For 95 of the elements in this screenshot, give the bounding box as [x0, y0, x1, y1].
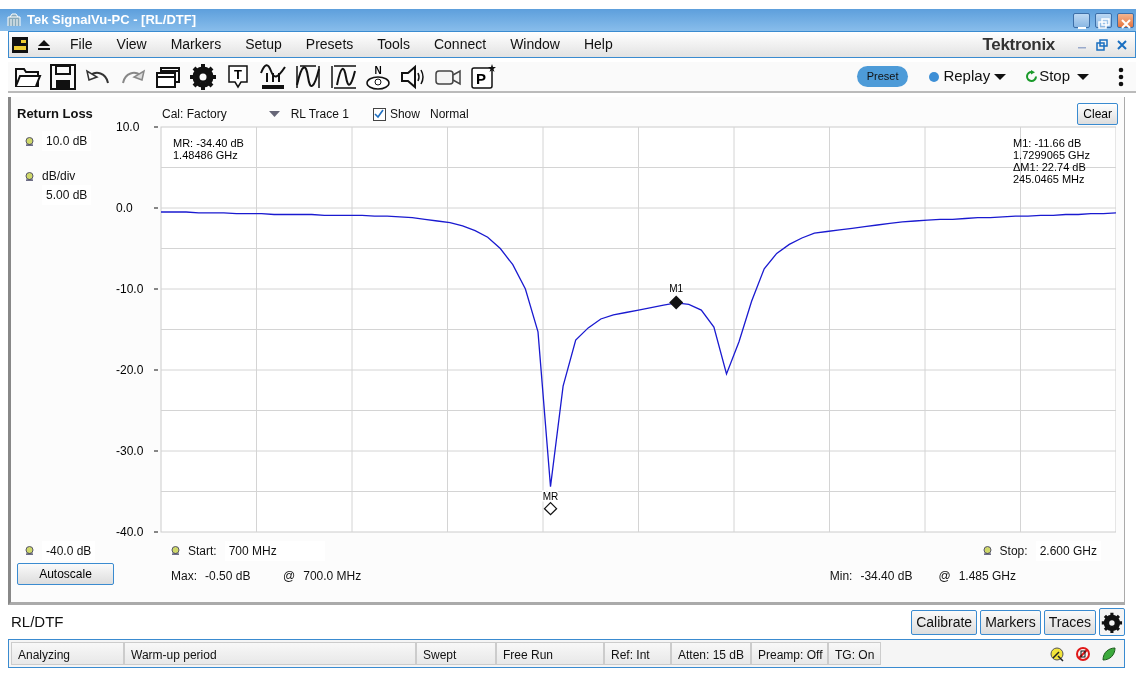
caret-icon	[1077, 72, 1089, 81]
knob-icon[interactable]	[25, 136, 34, 146]
marker-readout: ΔM1: 22.74 dB	[1013, 161, 1086, 173]
y-axis-tick-label: 0.0	[116, 201, 133, 215]
y-axis-tick-label: -10.0	[116, 282, 144, 296]
y-axis-tick-label: -30.0	[116, 444, 144, 458]
tick-mark	[153, 450, 159, 452]
wave-width-icon[interactable]	[294, 62, 322, 91]
status-cell: TG: On	[828, 642, 881, 665]
marker[interactable]	[669, 295, 684, 310]
at-sign: @	[938, 567, 951, 585]
menu-item[interactable]: Markers	[158, 34, 234, 55]
scale-label: dB/div	[42, 168, 76, 185]
marker-readout: MR: -34.40 dB	[173, 137, 244, 149]
status-cell: Preamp: Off	[751, 642, 828, 665]
menu-item[interactable]: Connect	[421, 34, 499, 55]
y-axis-tick-label: -20.0	[116, 363, 144, 377]
status-cell: Ref: Int	[604, 642, 671, 665]
menu-item[interactable]: View	[104, 34, 159, 55]
status-dot-icon	[929, 71, 940, 82]
antenna-icon	[1049, 646, 1065, 662]
marker-readout: 1.7299065 GHz	[1013, 149, 1091, 161]
status-cell: Analyzing	[11, 642, 124, 665]
clear-button[interactable]: Clear	[1077, 103, 1118, 125]
mode-label: Normal	[429, 106, 469, 123]
status-cell: Warm-up period	[124, 642, 416, 665]
at-sign: @	[283, 567, 296, 585]
restore-icon[interactable]	[1096, 38, 1108, 51]
stop-label: Stop:	[999, 542, 1028, 560]
menu-item[interactable]: Presets	[293, 34, 366, 55]
max-label: Max:	[171, 567, 197, 585]
menu-item[interactable]: Setup	[233, 34, 294, 55]
y-axis-tick-label: 10.0	[116, 120, 140, 134]
reference-marker[interactable]	[543, 501, 558, 516]
no-entry-icon	[1075, 646, 1091, 662]
preset-button[interactable]: Preset	[856, 66, 909, 87]
speaker-icon[interactable]	[399, 62, 427, 91]
status-cell: Atten: 15 dB	[671, 642, 751, 665]
marker-readout: 245.0465 MHz	[1013, 173, 1085, 185]
replay-button[interactable]: Replay	[929, 65, 1007, 88]
knob-icon[interactable]	[171, 546, 180, 555]
marker-readout: M1: -11.66 dB	[1013, 137, 1082, 149]
calibration-label: Cal: Factory	[162, 106, 227, 123]
max-frequency: 700.0 MHz	[303, 567, 362, 585]
stop-button[interactable]: Stop	[1025, 65, 1089, 88]
minimize-button[interactable]	[1073, 12, 1090, 28]
close-button[interactable]	[1117, 12, 1134, 28]
show-label: Show	[389, 106, 420, 123]
leaf-icon	[1101, 646, 1117, 662]
y-axis-tick-label: -40.0	[116, 525, 144, 539]
refresh-icon	[1025, 70, 1039, 83]
caret-icon	[994, 72, 1007, 81]
marker-readout: 1.48486 GHz	[173, 149, 238, 161]
menu-item[interactable]: Tools	[365, 34, 422, 55]
tick-mark	[153, 126, 159, 128]
show-checkbox[interactable]	[372, 107, 386, 121]
status-cell: Free Run	[496, 642, 604, 665]
trace-label: RL Trace 1	[290, 106, 349, 123]
app-icon	[6, 12, 22, 28]
menu-item[interactable]: Window	[498, 34, 572, 55]
tick-mark	[153, 369, 159, 371]
marker-label: M1	[669, 283, 684, 295]
view-title: RL/DTF	[11, 611, 64, 632]
more-icon[interactable]	[1118, 66, 1124, 87]
knob-icon[interactable]	[25, 546, 34, 555]
marker-label: MR	[542, 490, 559, 502]
knob-icon[interactable]	[982, 546, 992, 555]
panel-button[interactable]: Calibrate	[911, 609, 978, 635]
settings-icon[interactable]	[189, 62, 217, 91]
app-logo-icon[interactable]	[12, 36, 28, 53]
dropdown-icon[interactable]	[268, 110, 280, 118]
wave-height-icon[interactable]	[329, 62, 357, 91]
autoscale-button[interactable]: Autoscale	[17, 563, 114, 585]
eject-icon[interactable]	[36, 37, 52, 52]
panel-button[interactable]: Traces	[1043, 609, 1096, 635]
min-value: -34.40 dB	[860, 567, 914, 585]
save-icon[interactable]	[49, 62, 77, 91]
tick-mark	[153, 288, 159, 290]
settings-button[interactable]	[1099, 608, 1125, 636]
start-label: Start:	[188, 542, 217, 560]
menu-item[interactable]: Help	[571, 34, 625, 55]
tick-mark	[153, 531, 159, 533]
restore-button[interactable]	[1095, 12, 1112, 28]
knob-icon[interactable]	[25, 171, 34, 181]
status-cell: Swept	[416, 642, 496, 665]
panel-title: Return Loss	[17, 105, 94, 124]
panel-button[interactable]: Markers	[980, 609, 1041, 635]
menu-item[interactable]: File	[58, 34, 105, 55]
logo: Tektronix	[982, 33, 1055, 56]
window-title: Tek SignalVu-PC - [RL/DTF]	[27, 11, 196, 30]
min-frequency: 1.485 GHz	[958, 567, 1016, 585]
max-value: -0.50 dB	[205, 567, 252, 585]
tick-mark	[153, 207, 159, 209]
min-label: Min:	[829, 567, 853, 585]
close-icon[interactable]	[1117, 39, 1127, 50]
